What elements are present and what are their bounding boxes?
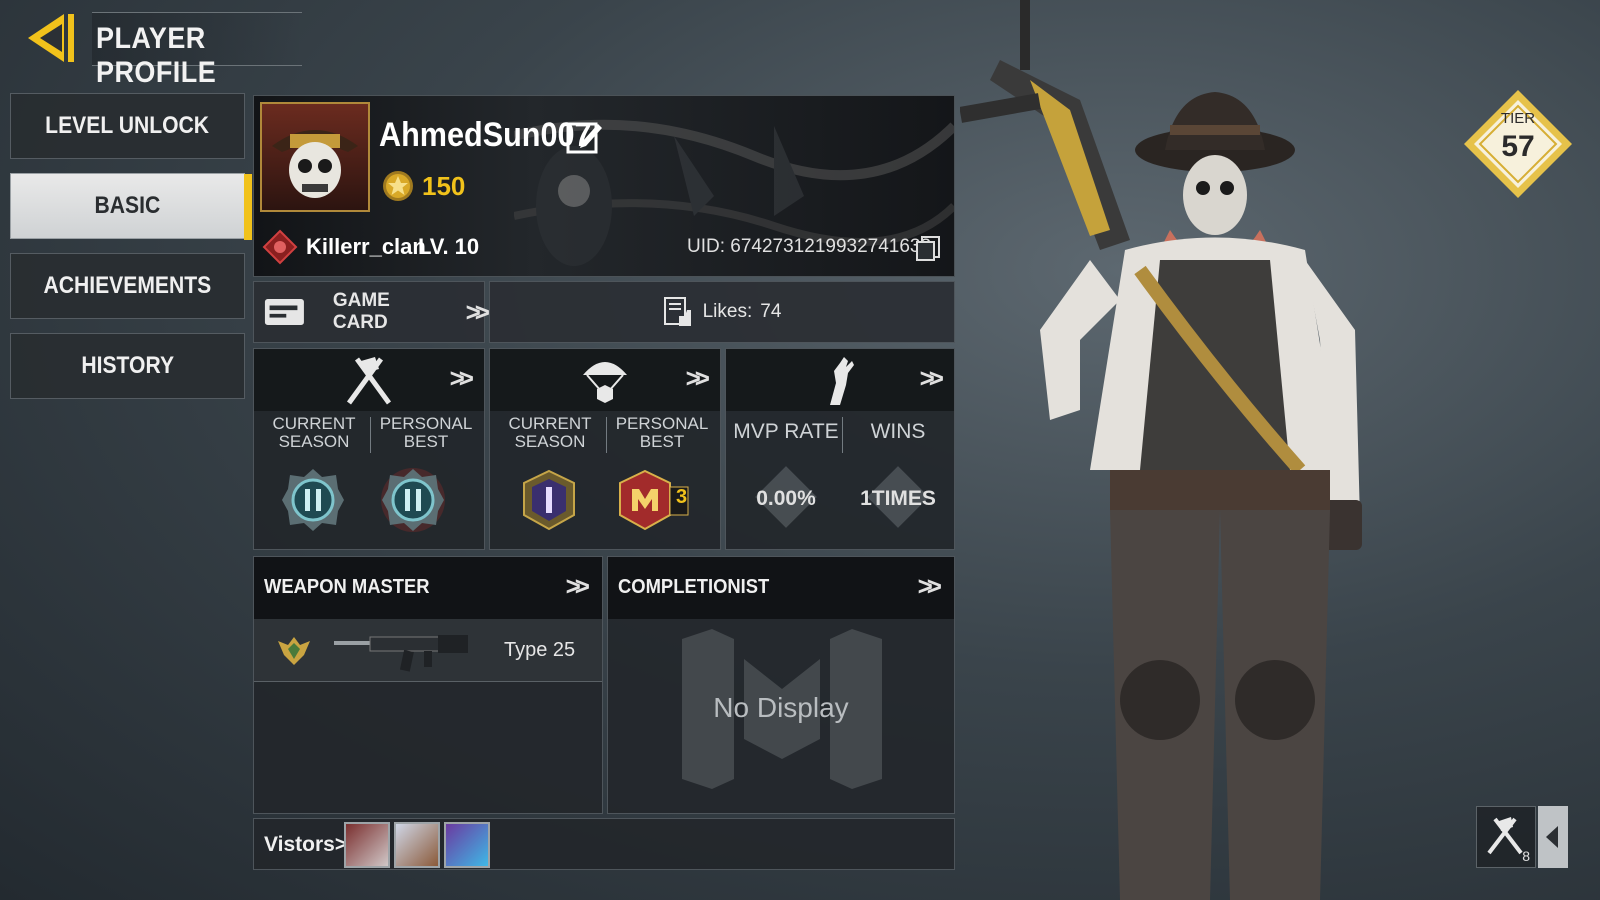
nav-achievements-label: ACHIEVEMENTS (43, 272, 212, 299)
current-season-label: CURRENT SEASON (508, 414, 592, 451)
completionist-title: COMPLETIONIST (618, 576, 770, 598)
skull-cowboy-icon (272, 130, 358, 198)
weapon-master-title: WEAPON MASTER (264, 576, 430, 598)
weapon-icon (334, 635, 468, 672)
character-model (960, 0, 1362, 900)
visitor-avatar[interactable] (394, 822, 440, 868)
rank-count: 8 (1522, 848, 1530, 864)
player-level: LV. 10 (418, 234, 480, 259)
mvp-rate-value: 0.00% (756, 487, 816, 510)
player-avatar[interactable] (260, 102, 370, 212)
tier-badge[interactable]: TIER 57 (1462, 88, 1574, 200)
back-button[interactable] (22, 10, 82, 66)
mvp-rate-label: MVP RATE (733, 420, 839, 443)
completionist-panel: COMPLETIONIST >> No Display (607, 556, 955, 814)
multiplayer-rank-button[interactable]: 8 (1476, 806, 1536, 868)
nav-level-unlock[interactable]: LEVEL UNLOCK (10, 93, 245, 159)
weapon-name: Type 25 (504, 639, 576, 661)
personal-best-label: PERSONAL BEST (615, 414, 709, 451)
rank-badge-icon (282, 469, 344, 531)
back-arrow-icon (28, 14, 74, 62)
star-icon (383, 171, 413, 201)
visitors-bar: Vistors> (253, 818, 955, 870)
chevron-double-icon: >> (449, 363, 475, 393)
personal-best-label: PERSONAL BEST (379, 414, 473, 451)
rank-badge-icon (523, 469, 575, 531)
likes-label: Likes: (702, 301, 753, 322)
chevron-double-icon: >> (565, 571, 591, 601)
chevron-double-icon: >> (917, 571, 943, 601)
zombies-stats-panel[interactable]: >> MVP RATE WINS 0.00% 1TIMES (725, 348, 955, 550)
weapon-row[interactable]: Type 25 (254, 619, 602, 682)
nav-basic-label: BASIC (94, 192, 161, 219)
chevron-left-icon (1546, 826, 1558, 848)
zombies-stats-header: >> (726, 349, 954, 411)
multiplayer-icon (346, 357, 392, 405)
nav-level-unlock-label: LEVEL UNLOCK (45, 112, 210, 139)
collapse-button[interactable] (1538, 806, 1568, 868)
wins-value: 1TIMES (860, 487, 936, 510)
visitor-avatar[interactable] (344, 822, 390, 868)
multiplayer-stats-header: >> (254, 349, 484, 411)
star-count: 150 (422, 171, 466, 201)
completionist-header[interactable]: COMPLETIONIST >> (608, 557, 954, 619)
current-season-label: CURRENT SEASON (272, 414, 356, 451)
page-title-bar: PLAYER PROFILE (92, 12, 302, 89)
weapon-master-panel: WEAPON MASTER >> Type 25 (253, 556, 603, 814)
zombies-icon (830, 357, 854, 405)
tier-label: TIER (1500, 110, 1536, 127)
game-card-icon (264, 299, 304, 325)
battle-royale-icon (583, 362, 627, 403)
wins-label: WINS (870, 420, 926, 443)
battle-royale-stats-header: >> (490, 349, 720, 411)
likes-count: 74 (760, 301, 782, 322)
edit-icon[interactable] (566, 118, 604, 156)
no-display-text: No Display (713, 692, 849, 723)
clan-name: Killerr_clan (306, 234, 426, 259)
nav-achievements[interactable]: ACHIEVEMENTS (10, 253, 245, 319)
chevron-double-icon: >> (465, 296, 491, 327)
player-name: AhmedSun007 (379, 116, 592, 154)
mvp-rate-value-box: 0.00% (731, 466, 841, 531)
copy-icon[interactable] (914, 234, 942, 262)
page-title: PLAYER PROFILE (96, 22, 217, 89)
clan-icon[interactable] (262, 229, 298, 265)
nav-basic[interactable]: BASIC (10, 173, 252, 240)
likes-button[interactable]: Likes: 74 (489, 281, 955, 343)
chevron-double-icon: >> (919, 363, 945, 393)
rank-badge-icon (381, 468, 445, 532)
wins-value-box: 1TIMES (843, 466, 953, 531)
tier-value: 57 (1501, 130, 1535, 163)
game-card-label: GAME CARD (332, 290, 390, 333)
profile-banner: AhmedSun007 150 Killerr_clan LV. 10 UID:… (253, 95, 955, 277)
best-badge-number: 3 (676, 486, 688, 508)
game-card-button[interactable]: GAME CARD >> (253, 281, 491, 343)
player-uid: UID: 6742731219932741633 (687, 236, 932, 257)
battle-royale-stats-panel[interactable]: >> CURRENT SEASON PERSONAL BEST 3 (489, 348, 721, 550)
visitors-label[interactable]: Vistors> (264, 833, 347, 857)
chevron-double-icon: >> (685, 363, 711, 393)
visitor-avatar[interactable] (444, 822, 490, 868)
weapon-master-header[interactable]: WEAPON MASTER >> (254, 557, 602, 619)
multiplayer-stats-panel[interactable]: >> CURRENT SEASON PERSONAL BEST (253, 348, 485, 550)
nav-history-label: HISTORY (81, 352, 174, 379)
weapon-badge-icon (278, 637, 310, 665)
nav-history[interactable]: HISTORY (10, 333, 245, 399)
likes-icon (663, 297, 691, 326)
